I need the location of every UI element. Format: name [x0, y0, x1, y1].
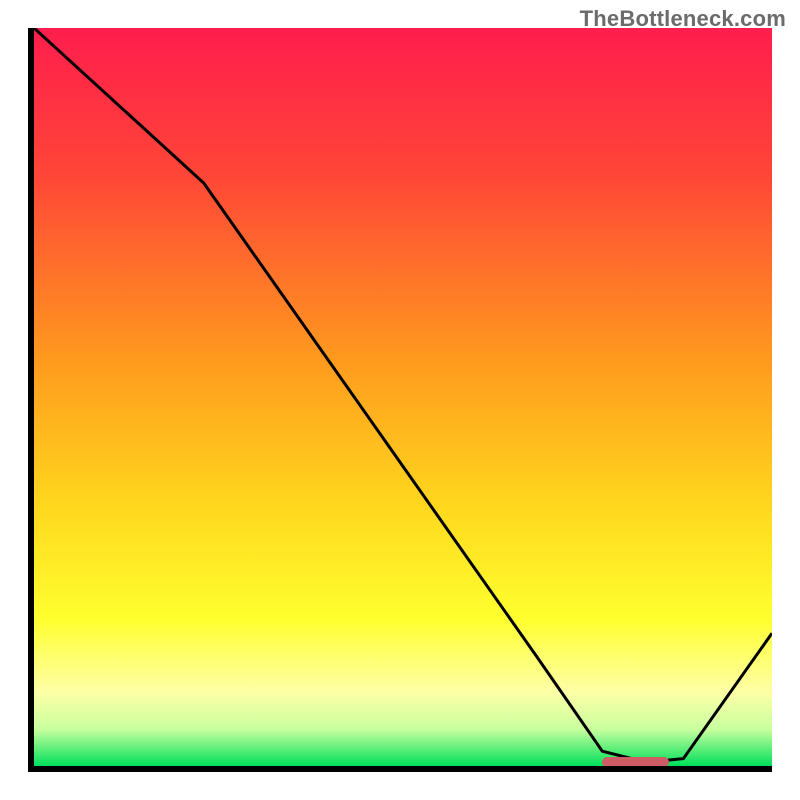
plot-area — [28, 28, 772, 772]
curve-layer — [34, 28, 772, 766]
chart-container: TheBottleneck.com — [0, 0, 800, 800]
bottleneck-curve — [34, 28, 772, 762]
optimal-range-marker — [602, 757, 668, 767]
